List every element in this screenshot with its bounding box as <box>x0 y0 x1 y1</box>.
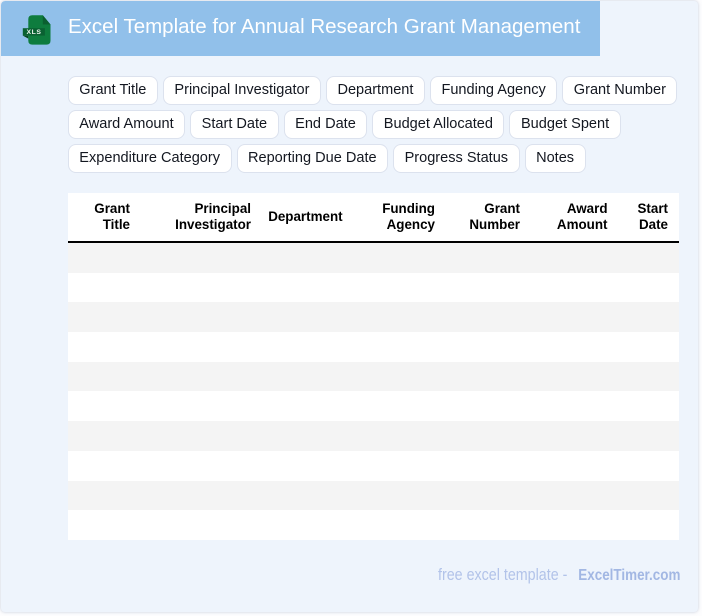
svg-text:XLS: XLS <box>26 29 41 36</box>
